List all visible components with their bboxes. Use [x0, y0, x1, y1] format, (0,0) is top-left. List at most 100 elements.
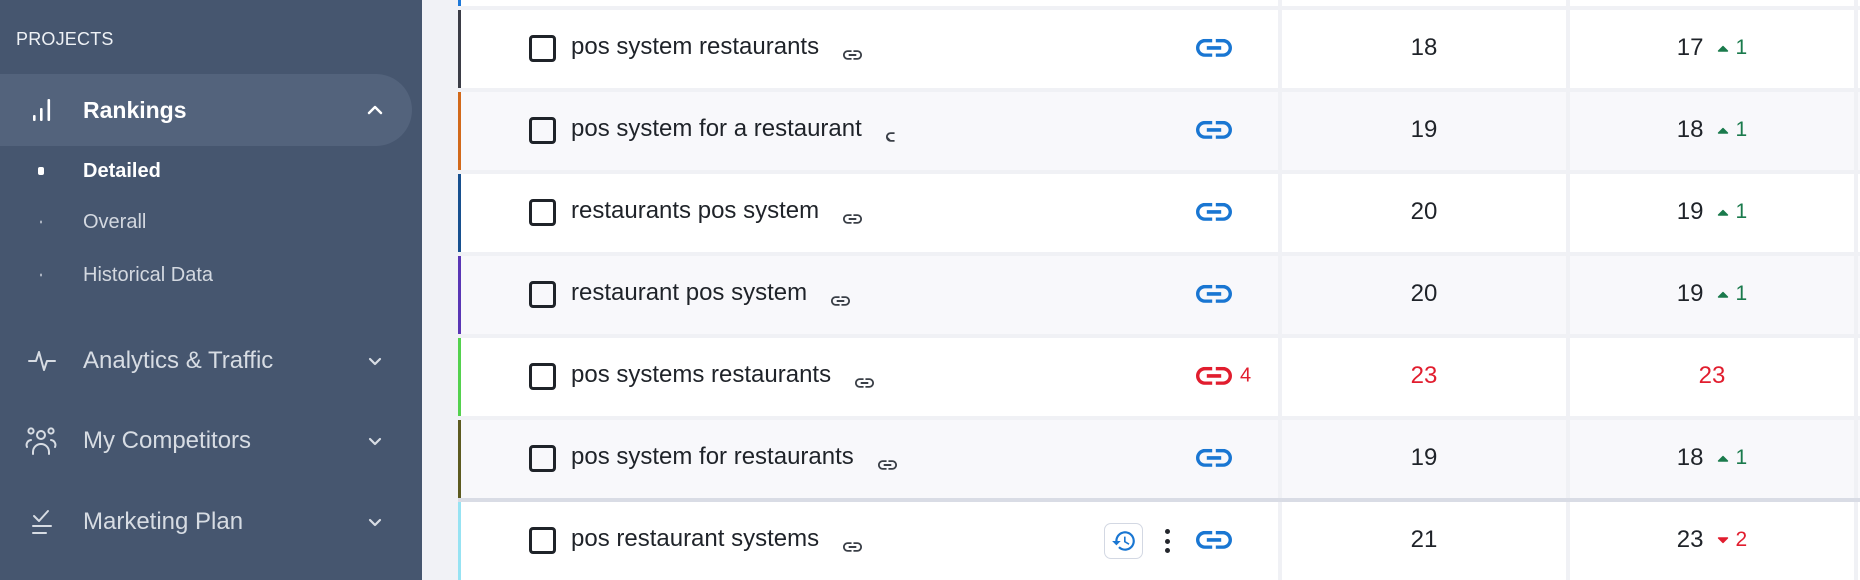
change-arrow-icon — [1717, 209, 1728, 216]
position-1-value: 19 — [1410, 444, 1438, 471]
nav-subitem-detailed[interactable]: Detailed — [0, 151, 412, 191]
position-1-value: 20 — [1410, 280, 1438, 307]
chevron-up-icon[interactable] — [366, 104, 384, 116]
bullet-icon — [40, 220, 42, 224]
table-row[interactable]: restaurant pos system 20 19 1 — [458, 256, 1860, 334]
keyword-cell: pos system restaurants — [461, 10, 1278, 88]
link-status-icon[interactable] — [1196, 38, 1232, 57]
position-2-value: 23 — [1676, 526, 1704, 553]
position-2-value: 17 — [1676, 34, 1704, 61]
position-2-value: 18 — [1676, 444, 1704, 471]
row-checkbox[interactable] — [529, 198, 556, 226]
keyword-url-link-icon[interactable] — [831, 296, 851, 306]
nav-subitem-label: Historical Data — [83, 264, 214, 286]
position-1-value: 20 — [1410, 198, 1438, 225]
table-row[interactable]: pos systems restaurants 4 23 23 — [458, 338, 1860, 416]
keyword-text[interactable]: pos systems restaurants — [571, 360, 831, 390]
nav-label-analytics: Analytics & Traffic — [83, 347, 274, 374]
position-2-value: 18 — [1676, 116, 1704, 143]
change-arrow-icon — [1717, 291, 1728, 298]
table-row[interactable]: pos restaurant systems 21 23 2 — [458, 502, 1860, 580]
table-row[interactable]: pos system restaurants 18 17 1 — [458, 10, 1860, 88]
keyword-text[interactable]: pos restaurant systems — [571, 524, 819, 554]
checklist-icon — [31, 509, 53, 535]
keyword-text[interactable]: pos system for restaurants — [571, 442, 854, 472]
position-2-cell: 19 1 — [1570, 174, 1854, 252]
keyword-url-link-icon[interactable] — [877, 460, 897, 470]
nav-subitem-overall[interactable]: Overall — [0, 202, 412, 242]
keyword-cell: pos systems restaurants 4 — [461, 338, 1278, 416]
nav-label-marketing: Marketing Plan — [83, 508, 244, 535]
nav-item-my-competitors[interactable]: My Competitors — [0, 405, 412, 477]
keyword-text[interactable]: pos system for a restaurant — [571, 114, 862, 144]
position-2-cell: 18 1 — [1570, 92, 1854, 170]
position-1-value: 21 — [1410, 526, 1438, 553]
change-value: 1 — [1735, 282, 1748, 305]
position-1-value: 19 — [1410, 116, 1438, 143]
keyword-cell: restaurants pos system — [461, 174, 1278, 252]
keyword-url-link-icon[interactable] — [843, 50, 863, 60]
users-icon — [25, 427, 57, 455]
row-checkbox[interactable] — [529, 34, 556, 62]
chevron-down-icon[interactable] — [366, 516, 384, 528]
keyword-url-link-icon[interactable] — [843, 214, 863, 224]
keyword-text[interactable]: restaurants pos system — [571, 196, 819, 226]
position-1-value: 23 — [1410, 362, 1438, 389]
row-checkbox[interactable] — [529, 116, 556, 144]
nav-subitem-historical-data[interactable]: Historical Data — [0, 255, 412, 295]
position-change: 1 — [1717, 200, 1748, 224]
change-arrow-icon — [1717, 45, 1728, 52]
position-change: 1 — [1717, 282, 1748, 306]
position-change: 1 — [1717, 118, 1748, 142]
row-checkbox[interactable] — [529, 280, 556, 308]
bar-chart-icon — [32, 98, 52, 122]
keyword-url-link-icon[interactable] — [843, 542, 863, 552]
keyword-text[interactable]: restaurant pos system — [571, 278, 807, 308]
link-status-icon[interactable] — [1196, 202, 1232, 221]
nav-item-analytics-traffic[interactable]: Analytics & Traffic — [0, 325, 412, 397]
keyword-text[interactable]: pos system restaurants — [571, 32, 819, 62]
bullet-icon — [38, 167, 44, 175]
change-value: 2 — [1735, 528, 1748, 551]
position-1-cell: 20 — [1282, 256, 1566, 334]
row-checkbox[interactable] — [529, 526, 556, 554]
nav-item-marketing-plan[interactable]: Marketing Plan — [0, 486, 412, 558]
nav-item-rankings[interactable]: Rankings — [0, 74, 412, 146]
link-status-icon[interactable] — [1196, 120, 1232, 139]
link-status-icon[interactable] — [1196, 530, 1232, 549]
table-row[interactable]: pos system for a restaurant 19 18 1 — [458, 92, 1860, 170]
position-2-value: 19 — [1676, 198, 1704, 225]
link-status-icon[interactable] — [1196, 284, 1232, 303]
position-1-cell: 19 — [1282, 92, 1566, 170]
chevron-down-icon[interactable] — [366, 355, 384, 367]
link-status-broken-icon[interactable] — [1196, 366, 1232, 385]
history-icon — [1111, 531, 1135, 551]
more-options-icon[interactable] — [1163, 529, 1171, 553]
position-2-cell: 23 2 — [1570, 502, 1854, 580]
bullet-icon — [40, 273, 42, 277]
table-row[interactable]: pos system for restaurants 19 18 1 — [458, 420, 1860, 498]
nav-label-rankings: Rankings — [83, 97, 187, 123]
table-row[interactable]: restaurants pos system 20 19 1 — [458, 174, 1860, 252]
history-button[interactable] — [1104, 523, 1143, 559]
position-2-value: 23 — [1698, 362, 1726, 389]
change-value: 1 — [1735, 200, 1748, 223]
position-2-cell: 18 1 — [1570, 420, 1854, 498]
position-change: 2 — [1717, 528, 1748, 552]
change-arrow-icon — [1717, 127, 1728, 134]
position-2-value: 19 — [1676, 280, 1704, 307]
table-row-partial — [458, 0, 1860, 6]
position-1-value: 18 — [1410, 34, 1438, 61]
nav-subitem-label: Overall — [83, 211, 147, 233]
link-status-icon[interactable] — [1196, 448, 1232, 467]
row-checkbox[interactable] — [529, 444, 556, 472]
keyword-url-link-icon[interactable] — [885, 132, 905, 142]
position-1-cell: 23 — [1282, 338, 1566, 416]
row-checkbox[interactable] — [529, 362, 556, 390]
keyword-cell: pos system for restaurants — [461, 420, 1278, 498]
chevron-down-icon[interactable] — [366, 435, 384, 447]
change-value: 1 — [1735, 118, 1748, 141]
keyword-url-link-icon[interactable] — [855, 378, 875, 388]
keyword-cell: restaurant pos system — [461, 256, 1278, 334]
keyword-cell: pos restaurant systems — [461, 502, 1278, 580]
